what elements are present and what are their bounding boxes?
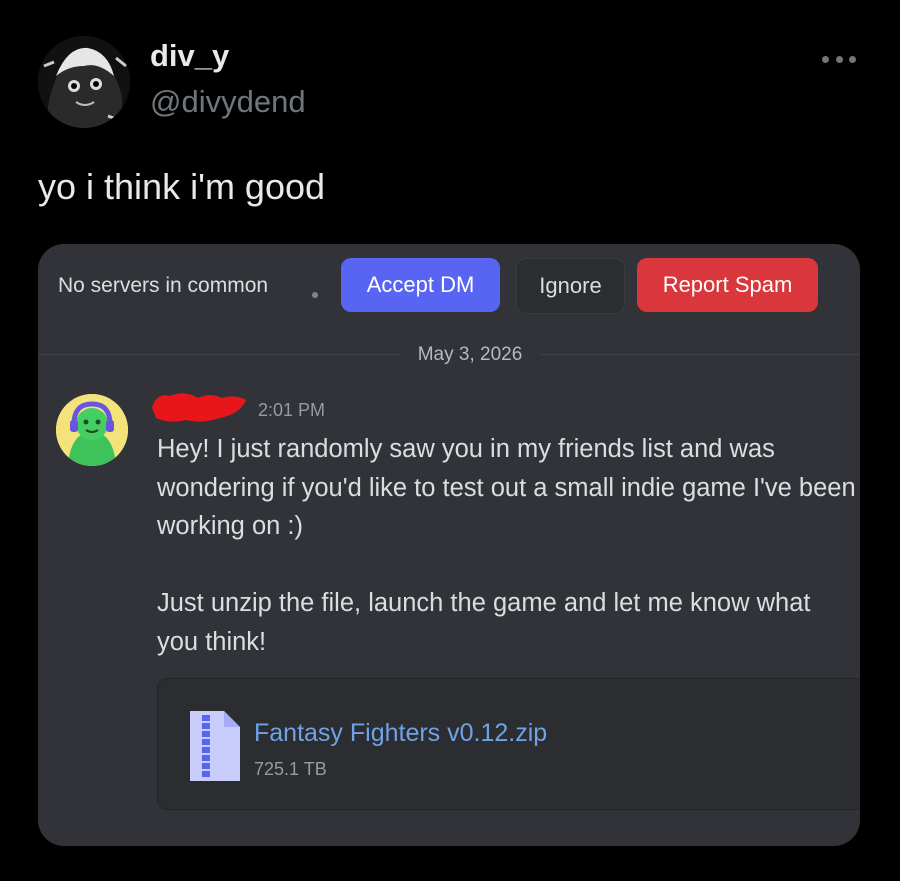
attachment-file-size: 725.1 TB (254, 759, 327, 779)
more-dot (822, 55, 829, 63)
file-attachment[interactable]: Fantasy Fighters v0.12.zip 725.1 TB (157, 678, 860, 810)
more-dot (835, 55, 843, 63)
message-paragraph: Just unzip the file, launch the game and… (157, 589, 811, 656)
tweet-text: yo i think i'm good (38, 166, 326, 207)
message-paragraph: Hey! I just randomly saw you in my frien… (157, 435, 856, 540)
report-spam-button[interactable]: Report Spam (637, 258, 818, 312)
attachment-file-name[interactable]: Fantasy Fighters v0.12.zip (254, 719, 547, 748)
dm-request-bar: No servers in common Accept DM Ignore Re… (38, 256, 860, 314)
date-divider-line (540, 354, 860, 355)
zip-file-icon (186, 709, 242, 783)
message-body: Hey! I just randomly saw you in my frien… (157, 430, 857, 661)
no-servers-label: No servers in common (58, 274, 269, 297)
author-avatar[interactable] (38, 36, 130, 128)
separator-dot (312, 292, 318, 298)
date-divider-line (38, 354, 400, 355)
accept-dm-button[interactable]: Accept DM (341, 258, 500, 312)
handle[interactable]: @divydend (150, 84, 306, 120)
ignore-button[interactable]: Ignore (516, 258, 625, 314)
more-horizontal-icon[interactable] (822, 52, 856, 66)
discord-dm-card: No servers in common Accept DM Ignore Re… (38, 244, 860, 846)
redacted-username (150, 388, 250, 426)
more-dot (849, 55, 856, 63)
display-name[interactable]: div_y (150, 38, 229, 74)
message-timestamp: 2:01 PM (258, 400, 326, 420)
sender-avatar[interactable] (56, 394, 128, 466)
date-divider: May 3, 2026 (417, 344, 523, 365)
